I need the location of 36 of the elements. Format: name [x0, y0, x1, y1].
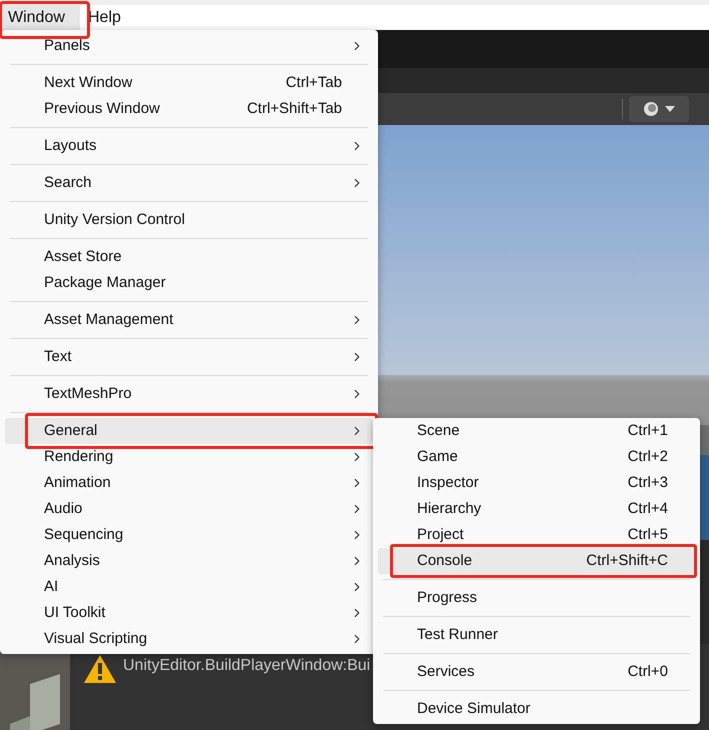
menu-item[interactable]: UI Toolkit — [5, 600, 373, 626]
menu-item[interactable]: Asset Management — [5, 307, 373, 333]
gizmo-dropdown[interactable] — [629, 96, 689, 122]
menu-item[interactable]: Services Ctrl+0 — [378, 659, 695, 685]
menu-item[interactable]: Sequencing — [5, 522, 373, 548]
menu-item[interactable]: Previous Window Ctrl+Shift+Tab — [5, 96, 373, 122]
menu-item[interactable]: Progress — [378, 585, 695, 611]
menu-item[interactable]: Unity Version Control — [5, 207, 373, 233]
menu-item[interactable]: Search — [5, 170, 373, 196]
menu-item[interactable]: Next Window Ctrl+Tab — [5, 70, 373, 96]
menu-item[interactable]: Visual Scripting — [5, 626, 373, 652]
menu-item[interactable]: Animation — [5, 470, 373, 496]
menu-item[interactable]: Asset Store — [5, 244, 373, 270]
menu-item[interactable]: Game Ctrl+2 — [378, 444, 695, 470]
menu-item[interactable]: AI — [5, 574, 373, 600]
console-message: UnityEditor.BuildPlayerWindow:Bui — [123, 656, 370, 676]
menu-item[interactable]: Test Runner — [378, 622, 695, 648]
menu-item[interactable]: TextMeshPro — [5, 381, 373, 407]
menu-item[interactable]: Analysis — [5, 548, 373, 574]
menu-item[interactable]: Console Ctrl+Shift+C — [378, 548, 695, 574]
menu-item[interactable]: Text — [5, 344, 373, 370]
menu-item[interactable]: Package Manager — [5, 270, 373, 296]
menu-item[interactable]: Inspector Ctrl+3 — [378, 470, 695, 496]
menu-item[interactable]: Scene Ctrl+1 — [378, 418, 695, 444]
menu-bar-item[interactable]: Help — [80, 5, 129, 30]
caret-icon — [665, 106, 675, 112]
sphere-icon — [643, 101, 659, 117]
menu-item[interactable]: Hierarchy Ctrl+4 — [378, 496, 695, 522]
menu-item[interactable]: Device Simulator — [378, 696, 695, 722]
menu-item[interactable]: Project Ctrl+5 — [378, 522, 695, 548]
warning-icon — [83, 654, 117, 684]
menu-item[interactable]: General — [5, 418, 373, 444]
menu-item[interactable]: Audio — [5, 496, 373, 522]
menu-item[interactable]: Layouts — [5, 133, 373, 159]
menu-item[interactable]: Rendering — [5, 444, 373, 470]
menu-bar-item[interactable]: Window — [0, 5, 80, 30]
